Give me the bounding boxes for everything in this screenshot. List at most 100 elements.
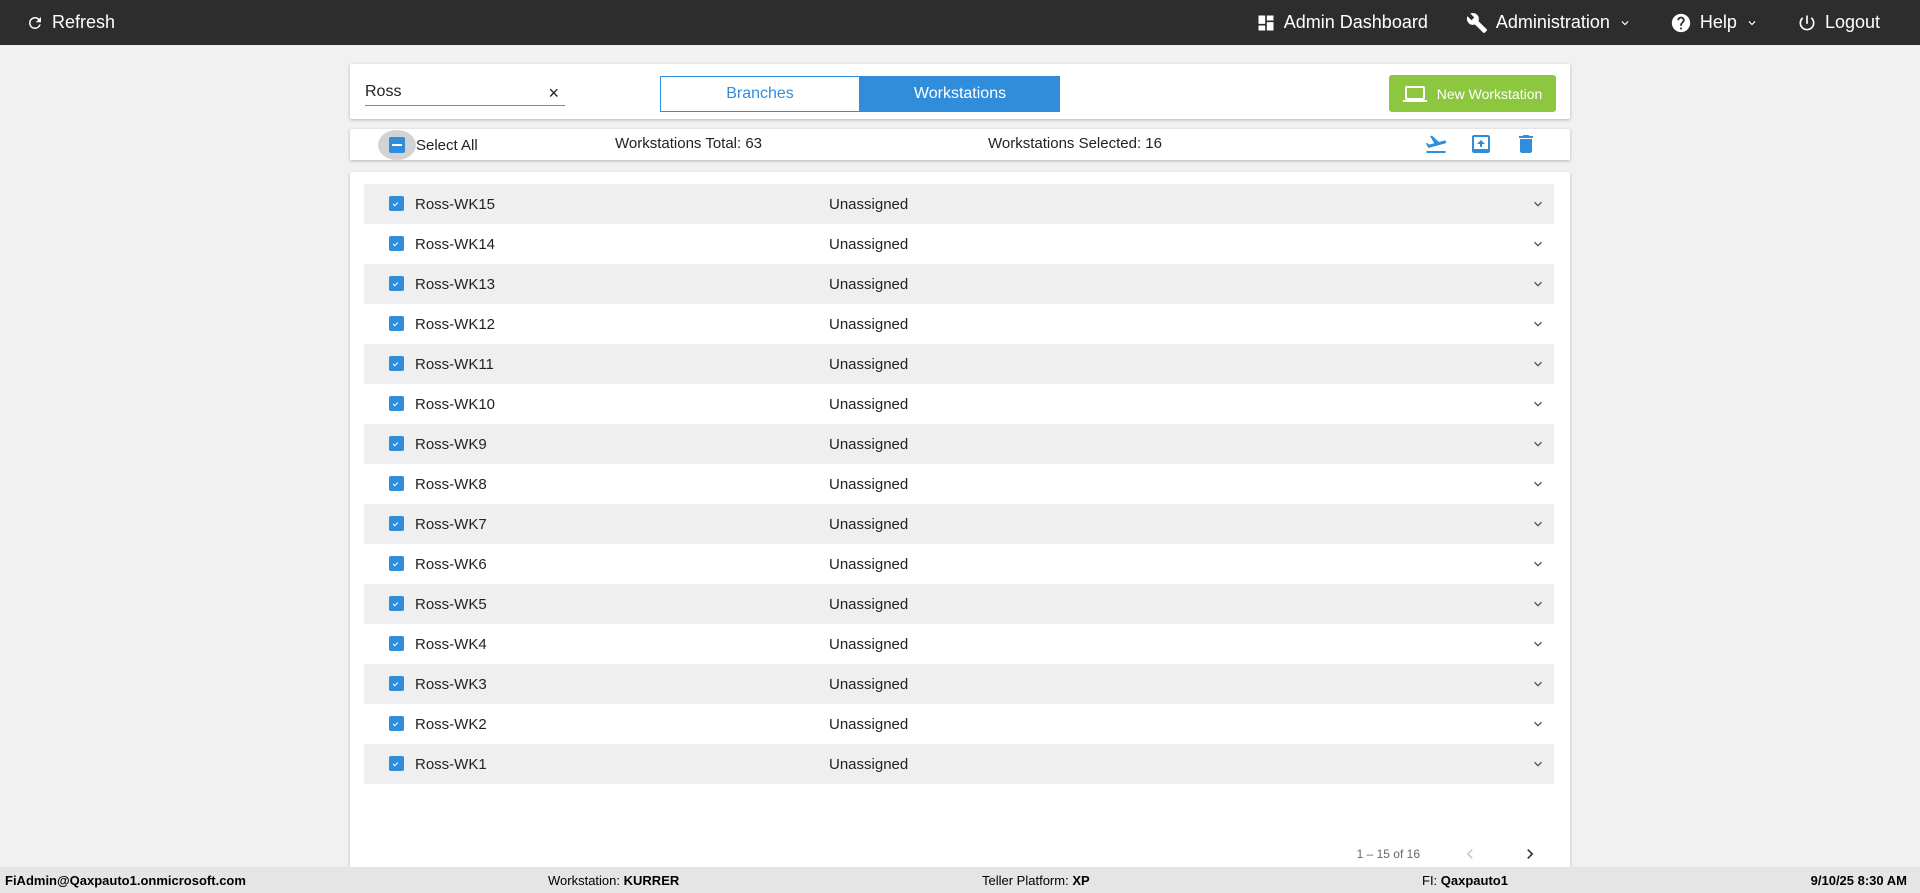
table-row[interactable]: Ross-WK11 Unassigned — [364, 344, 1554, 384]
workstation-name: Ross-WK1 — [415, 755, 487, 773]
admin-dashboard-label: Admin Dashboard — [1283, 12, 1428, 32]
chevron-down-icon[interactable] — [1530, 436, 1546, 452]
chevron-down-icon[interactable] — [1530, 196, 1546, 212]
workstation-list-card: Ross-WK15 Unassigned Ross-WK14 Unassigned Ro… — [350, 172, 1570, 872]
row-checkbox[interactable] — [389, 516, 404, 531]
workstation-name: Ross-WK9 — [415, 435, 487, 453]
search-input[interactable] — [365, 81, 535, 103]
row-checkbox[interactable] — [389, 556, 404, 571]
top-nav-bar: Refresh Admin Dashboard Administration H… — [0, 0, 1920, 45]
workstation-name: Ross-WK6 — [415, 555, 487, 573]
refresh-icon — [28, 16, 41, 29]
workstation-list: Ross-WK15 Unassigned Ross-WK14 Unassigned Ro… — [364, 184, 1554, 784]
row-checkbox[interactable] — [389, 716, 404, 731]
status-teller-platform: Teller Platform: XP — [982, 873, 1090, 888]
workstation-status: Unassigned — [829, 235, 909, 253]
row-checkbox[interactable] — [389, 276, 404, 291]
row-checkbox[interactable] — [389, 316, 404, 331]
admin-dashboard-button[interactable]: Admin Dashboard — [1256, 12, 1428, 33]
chevron-down-icon[interactable] — [1530, 396, 1546, 412]
logout-label: Logout — [1824, 12, 1880, 32]
new-workstation-button[interactable]: New Workstation — [1389, 75, 1556, 112]
trash-icon[interactable] — [1514, 132, 1538, 156]
row-checkbox[interactable] — [389, 596, 404, 611]
refresh-button[interactable]: Refresh — [26, 12, 115, 33]
view-toggle: Branches Workstations — [660, 76, 1060, 112]
help-icon — [1671, 13, 1691, 32]
chevron-down-icon[interactable] — [1530, 596, 1546, 612]
table-row[interactable]: Ross-WK7 Unassigned — [364, 504, 1554, 544]
workstation-status: Unassigned — [829, 275, 909, 293]
row-checkbox[interactable] — [389, 196, 404, 211]
upload-box-icon[interactable] — [1469, 132, 1493, 156]
chevron-down-icon[interactable] — [1530, 556, 1546, 572]
tab-branches[interactable]: Branches — [660, 76, 860, 112]
chevron-down-icon[interactable] — [1530, 356, 1546, 372]
row-checkbox[interactable] — [389, 356, 404, 371]
tab-workstations[interactable]: Workstations — [860, 76, 1060, 112]
chevron-down-icon[interactable] — [1530, 716, 1546, 732]
select-all-label: Select All — [416, 136, 478, 154]
administration-menu[interactable]: Administration — [1466, 12, 1632, 34]
chevron-down-icon[interactable] — [1530, 756, 1546, 772]
table-row[interactable]: Ross-WK15 Unassigned — [364, 184, 1554, 224]
table-row[interactable]: Ross-WK6 Unassigned — [364, 544, 1554, 584]
table-row[interactable]: Ross-WK10 Unassigned — [364, 384, 1554, 424]
table-row[interactable]: Ross-WK1 Unassigned — [364, 744, 1554, 784]
logout-button[interactable]: Logout — [1797, 12, 1880, 33]
workstation-status: Unassigned — [829, 595, 909, 613]
table-row[interactable]: Ross-WK13 Unassigned — [364, 264, 1554, 304]
chevron-down-icon[interactable] — [1530, 316, 1546, 332]
table-row[interactable]: Ross-WK4 Unassigned — [364, 624, 1554, 664]
chevron-down-icon[interactable] — [1530, 676, 1546, 692]
row-checkbox[interactable] — [389, 476, 404, 491]
workstation-status: Unassigned — [829, 195, 909, 213]
table-row[interactable]: Ross-WK8 Unassigned — [364, 464, 1554, 504]
workstation-name: Ross-WK5 — [415, 595, 487, 613]
row-checkbox[interactable] — [389, 676, 404, 691]
dashboard-icon — [1258, 15, 1274, 30]
row-checkbox[interactable] — [389, 236, 404, 251]
workstation-status: Unassigned — [829, 315, 909, 333]
table-row[interactable]: Ross-WK3 Unassigned — [364, 664, 1554, 704]
workstation-status: Unassigned — [829, 635, 909, 653]
bulk-actions — [1424, 132, 1538, 156]
workstation-status: Unassigned — [829, 435, 909, 453]
clear-search-icon[interactable]: × — [548, 83, 559, 104]
chevron-down-icon[interactable] — [1530, 276, 1546, 292]
workstation-status: Unassigned — [829, 395, 909, 413]
chevron-down-icon[interactable] — [1530, 476, 1546, 492]
status-datetime: 9/10/25 8:30 AM — [1810, 873, 1907, 888]
row-checkbox[interactable] — [389, 436, 404, 451]
chevron-down-icon[interactable] — [1530, 516, 1546, 532]
pagination-range: 1 – 15 of 16 — [1356, 847, 1420, 861]
workstation-name: Ross-WK7 — [415, 515, 487, 533]
row-checkbox[interactable] — [389, 756, 404, 771]
table-row[interactable]: Ross-WK14 Unassigned — [364, 224, 1554, 264]
row-checkbox[interactable] — [389, 396, 404, 411]
row-checkbox[interactable] — [389, 636, 404, 651]
checkbox-focus-ring — [378, 130, 416, 160]
airplane-takeoff-icon[interactable] — [1424, 132, 1448, 156]
table-row[interactable]: Ross-WK12 Unassigned — [364, 304, 1554, 344]
workstations-total: Workstations Total: 63 — [615, 135, 763, 152]
help-label: Help — [1699, 12, 1737, 32]
help-menu[interactable]: Help — [1670, 12, 1759, 34]
table-row[interactable]: Ross-WK5 Unassigned — [364, 584, 1554, 624]
search-field: × — [365, 81, 565, 106]
select-all-checkbox[interactable]: Select All — [378, 130, 478, 160]
workstation-name: Ross-WK12 — [415, 315, 496, 333]
chevron-down-icon[interactable] — [1530, 636, 1546, 652]
power-icon — [1799, 15, 1815, 30]
selection-bar: Select All Workstations Total: 63 Workst… — [350, 129, 1570, 160]
chevron-down-icon[interactable] — [1530, 236, 1546, 252]
table-row[interactable]: Ross-WK2 Unassigned — [364, 704, 1554, 744]
toolbar-card: × Branches Workstations New Workstation — [350, 64, 1570, 119]
chevron-left-icon[interactable] — [1460, 844, 1480, 864]
chevron-right-icon[interactable] — [1520, 844, 1540, 864]
table-row[interactable]: Ross-WK9 Unassigned — [364, 424, 1554, 464]
refresh-label: Refresh — [52, 12, 116, 32]
workstation-status: Unassigned — [829, 715, 909, 733]
workstation-name: Ross-WK10 — [415, 395, 496, 413]
workstation-status: Unassigned — [829, 355, 909, 373]
